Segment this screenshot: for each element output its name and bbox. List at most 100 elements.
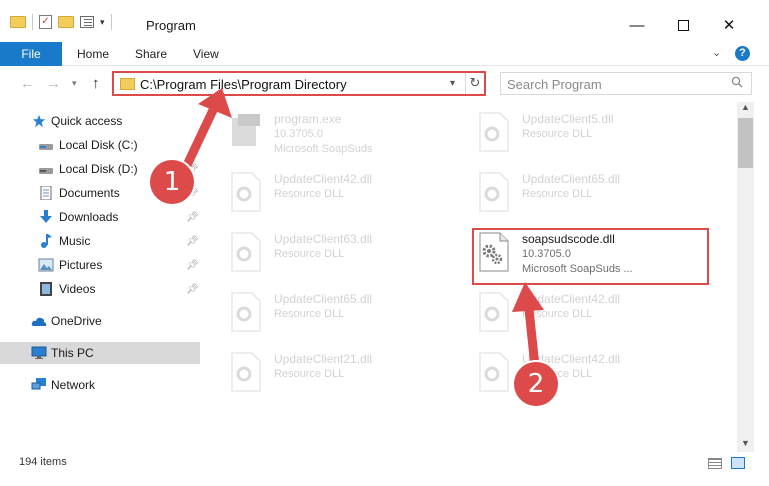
sidebar-item-this-pc[interactable]: This PC [0, 342, 200, 364]
scroll-up-icon[interactable]: ▲ [741, 102, 750, 112]
forward-arrow-icon[interactable]: → [46, 75, 61, 92]
file-description: Resource DLL [522, 308, 593, 320]
divider [32, 14, 33, 30]
downloads-icon [40, 210, 52, 223]
tab-share[interactable]: Share [135, 47, 167, 61]
file-item[interactable]: UpdateClient21.dll Resource DLL [228, 346, 458, 402]
dll-gear-file-icon [479, 232, 509, 272]
minimize-button[interactable]: — [614, 10, 660, 40]
file-item[interactable]: UpdateClient63.dll Resource DLL [228, 226, 458, 282]
file-description: Microsoft SoapSuds [274, 143, 373, 155]
dll-file-icon [231, 172, 261, 212]
scroll-down-icon[interactable]: ▼ [741, 438, 750, 448]
sidebar-item-pictures[interactable]: Pictures 📌︎ [0, 254, 200, 276]
videos-icon [40, 282, 52, 296]
ribbon-tabs: File Home Share View ⌄ ? [0, 42, 769, 66]
sidebar-item-quick-access[interactable]: Quick access [0, 110, 200, 132]
address-bar[interactable]: C:\Program Files\Program Directory ▾ ↻ [112, 71, 486, 96]
file-name: UpdateClient65.dll [522, 172, 621, 186]
dll-file-icon [479, 172, 509, 212]
sidebar-item-onedrive[interactable]: OneDrive [0, 310, 200, 332]
large-icons-view-icon[interactable] [731, 457, 745, 469]
file-description: Resource DLL [274, 248, 345, 260]
tab-file[interactable]: File [0, 42, 62, 66]
file-item-selected[interactable]: soapsudscode.dll 10.3705.0 Microsoft Soa… [476, 226, 706, 282]
file-name: UpdateClient42.dll [522, 292, 621, 306]
sidebar-item-local-disk-c[interactable]: Local Disk (C:) [0, 134, 200, 156]
refresh-icon[interactable]: ↻ [465, 73, 484, 94]
sidebar-item-network[interactable]: Network [0, 374, 200, 396]
expand-ribbon-chevron-icon[interactable]: ⌄ [712, 46, 721, 59]
folder-icon[interactable] [10, 16, 26, 28]
file-item[interactable]: UpdateClient42.dll Resource DLL [228, 166, 458, 222]
exe-file-icon [232, 114, 260, 146]
divider [110, 14, 112, 30]
file-description: Resource DLL [522, 128, 593, 140]
file-name: UpdateClient21.dll [274, 352, 373, 366]
file-name: program.exe [274, 112, 342, 126]
documents-icon [40, 186, 52, 200]
pin-icon: 📌︎ [186, 283, 199, 295]
address-path[interactable]: C:\Program Files\Program Directory [140, 77, 347, 92]
navigation-bar: ← → ▾ ↑ C:\Program Files\Program Directo… [0, 66, 769, 102]
maximize-button[interactable] [660, 10, 706, 40]
help-icon[interactable]: ? [735, 46, 750, 61]
customize-toolbar-dropdown-icon[interactable]: ▾ [100, 17, 105, 28]
file-item[interactable]: UpdateClient5.dll Resource DLL [476, 106, 706, 162]
search-icon[interactable] [731, 76, 743, 88]
file-item[interactable]: UpdateClient65.dll Resource DLL [476, 166, 706, 222]
back-arrow-icon[interactable]: ← [20, 75, 35, 92]
sidebar-item-label: Local Disk (D:) [59, 162, 138, 176]
title-bar: ✓ ▾ Program — ✕ [0, 0, 769, 42]
file-version: 10.3705.0 [522, 248, 571, 260]
address-dropdown-icon[interactable]: ▾ [450, 78, 455, 89]
file-name: UpdateClient5.dll [522, 112, 614, 126]
file-description: Resource DLL [522, 188, 593, 200]
scroll-thumb[interactable] [738, 118, 753, 168]
view-options-icon[interactable] [80, 16, 94, 28]
sidebar-item-music[interactable]: Music 📌︎ [0, 230, 200, 252]
sidebar-item-downloads[interactable]: Downloads 📌︎ [0, 206, 200, 228]
details-view-icon[interactable] [708, 458, 722, 469]
tab-home[interactable]: Home [77, 47, 109, 61]
drive-icon [39, 144, 53, 150]
search-box[interactable]: Search Program [500, 72, 752, 95]
sidebar-item-label: Local Disk (C:) [59, 138, 138, 152]
dll-file-icon [479, 352, 509, 392]
file-item[interactable]: UpdateClient42.dll Resource DLL [476, 346, 706, 402]
file-name: UpdateClient63.dll [274, 232, 373, 246]
up-arrow-icon[interactable]: ↑ [92, 75, 100, 92]
pin-icon: 📌︎ [186, 259, 199, 271]
sidebar-item-label: Downloads [59, 210, 119, 224]
dll-file-icon [231, 232, 261, 272]
music-icon [41, 234, 52, 248]
file-item[interactable]: UpdateClient42.dll Resource DLL [476, 286, 706, 342]
star-icon [32, 114, 46, 128]
properties-icon[interactable]: ✓ [39, 15, 52, 29]
maximize-icon [677, 19, 689, 31]
sidebar-item-label: This PC [51, 346, 94, 360]
file-item[interactable]: program.exe 10.3705.0 Microsoft SoapSuds [228, 106, 458, 162]
step-2-badge: 2 [514, 362, 558, 406]
close-button[interactable]: ✕ [706, 10, 752, 40]
vertical-scrollbar[interactable]: ▲ ▼ [737, 102, 754, 452]
sidebar-item-label: Music [59, 234, 91, 248]
file-name: soapsudscode.dll [522, 232, 615, 246]
sidebar-item-label: Network [51, 378, 96, 392]
recent-locations-chevron-icon[interactable]: ▾ [72, 78, 77, 89]
file-name: UpdateClient42.dll [274, 172, 373, 186]
new-folder-icon[interactable] [58, 16, 74, 28]
file-item[interactable]: UpdateClient65.dll Resource DLL [228, 286, 458, 342]
pin-icon: 📌︎ [186, 235, 199, 247]
sidebar-item-label: Pictures [59, 258, 103, 272]
sidebar-item-videos[interactable]: Videos 📌︎ [0, 278, 200, 300]
pc-icon [31, 346, 47, 359]
dll-file-icon [479, 292, 509, 332]
pin-icon: 📌︎ [186, 211, 199, 223]
window-title: Program [146, 18, 196, 33]
drive-icon [39, 168, 53, 174]
tab-view[interactable]: View [193, 47, 219, 61]
sidebar-item-label: OneDrive [51, 314, 102, 328]
folder-icon [120, 78, 135, 90]
file-description: Resource DLL [274, 308, 345, 320]
